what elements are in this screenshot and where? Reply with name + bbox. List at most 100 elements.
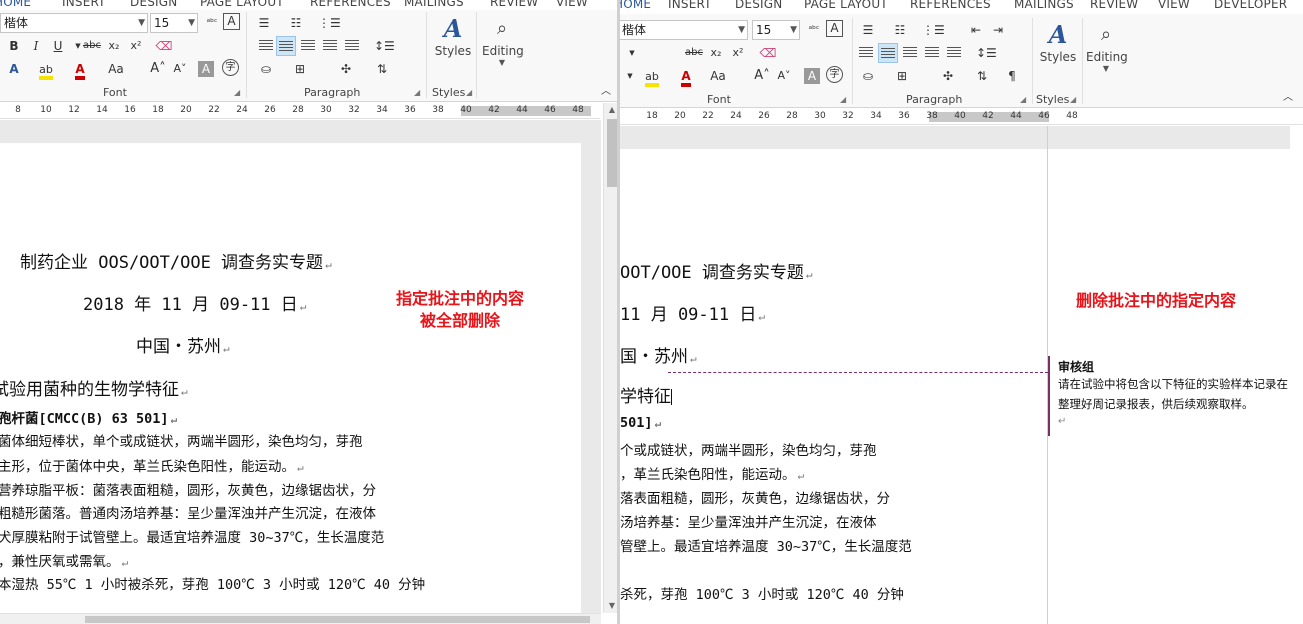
enclose-characters-icon[interactable]: 字 — [222, 59, 239, 76]
borders-icon[interactable]: ⊞ — [290, 59, 310, 79]
tab-page-layout[interactable]: PAGE LAYOUT — [200, 0, 284, 9]
tab-view[interactable]: VIEW — [556, 0, 588, 9]
line-spacing-icon[interactable]: ↕☰ — [976, 43, 997, 63]
subscript-button[interactable]: x₂ — [104, 36, 124, 56]
dialog-launcher-icon[interactable]: ◢ — [466, 88, 472, 97]
multilevel-list-icon[interactable]: ⋮☰ — [318, 13, 341, 33]
numbering-icon[interactable]: ☷ — [286, 13, 306, 33]
editing-button[interactable]: ⌕ Editing ▼ — [482, 14, 524, 67]
collapse-ribbon-icon[interactable]: ︿ — [1278, 88, 1298, 108]
change-case-icon[interactable]: ᵃᵇᶜ — [202, 13, 222, 33]
font-name-select[interactable]: 楷体 ▼ — [0, 13, 148, 33]
increase-indent-icon[interactable]: ⇥ — [988, 20, 1008, 40]
tab-page-layout[interactable]: PAGE LAYOUT — [804, 0, 888, 11]
scroll-thumb[interactable] — [607, 119, 617, 187]
bold-button[interactable]: B — [4, 36, 24, 56]
shrink-font-icon[interactable]: A˅ — [774, 66, 794, 86]
tab-references[interactable]: REFERENCES — [910, 0, 991, 11]
font-color-icon[interactable]: A — [676, 66, 696, 87]
strikethrough-button[interactable]: abc — [82, 36, 102, 56]
tab-insert[interactable]: INSERT — [668, 0, 712, 11]
sort-icon[interactable]: ✣ — [336, 59, 356, 79]
font-color-icon[interactable]: A — [70, 59, 90, 80]
horizontal-ruler[interactable]: 8 10 12 14 16 18 20 22 24 26 28 30 32 34 36 38 40 42 44 46 4… — [0, 103, 600, 119]
superscript-button[interactable]: x² — [728, 43, 748, 63]
align-right-icon[interactable] — [900, 43, 920, 63]
comment-text[interactable]: 请在试验中将包含以下特征的实验样本记录在整理好周记录报表，供后续观察取样。 — [1058, 374, 1298, 414]
bullets-icon[interactable]: ☰ — [254, 13, 274, 33]
grow-font-icon[interactable]: A˄ — [148, 59, 168, 79]
character-shading-icon[interactable]: A — [804, 68, 820, 84]
align-left-icon[interactable] — [856, 43, 876, 63]
horizontal-ruler[interactable]: 18 20 22 24 26 28 30 32 34 36 38 40 42 44 46 48 — [620, 109, 1303, 125]
font-size-select[interactable]: 15 ▼ — [150, 13, 198, 33]
dialog-launcher-icon[interactable]: ◢ — [414, 88, 420, 97]
subscript-button[interactable]: x₂ — [706, 43, 726, 63]
dialog-launcher-icon[interactable]: ◢ — [234, 88, 240, 97]
sort-icon[interactable]: ✣ — [938, 66, 958, 86]
align-center-icon[interactable] — [878, 43, 898, 63]
align-left-icon[interactable] — [256, 36, 276, 56]
scroll-thumb[interactable] — [85, 616, 590, 623]
tab-references[interactable]: REFERENCES — [310, 0, 391, 9]
text-effects-icon[interactable]: A — [4, 59, 24, 79]
tab-developer[interactable]: DEVELOPER — [1214, 0, 1287, 11]
font-name-select[interactable]: 楷体 ▼ — [620, 20, 748, 40]
tab-review[interactable]: REVIEW — [490, 0, 538, 9]
text-effects-dropdown-icon[interactable]: ▼ — [620, 66, 640, 86]
horizontal-scrollbar[interactable] — [0, 613, 601, 624]
change-case-icon[interactable]: ᵃᵇᶜ — [804, 20, 824, 40]
borders-icon[interactable]: ⊞ — [892, 66, 912, 86]
text-direction-icon[interactable]: ⇅ — [372, 59, 392, 79]
tab-mailings[interactable]: MAILINGS — [1014, 0, 1074, 11]
show-marks-icon[interactable]: ¶ — [1002, 66, 1022, 86]
document-page[interactable]: 制药企业 OOS/OOT/OOE 调查务实专题 ↵ 2018 年 11 月 09-… — [0, 143, 581, 613]
justify-icon[interactable] — [320, 36, 340, 56]
font-size-select[interactable]: 15 ▼ — [752, 20, 800, 40]
text-direction-icon[interactable]: ⇅ — [972, 66, 992, 86]
highlight-color-icon[interactable]: ab — [642, 66, 662, 87]
align-right-icon[interactable] — [298, 36, 318, 56]
dialog-launcher-icon[interactable]: ◢ — [1070, 95, 1076, 104]
italic-button[interactable]: I — [26, 36, 46, 56]
decrease-indent-icon[interactable]: ⇤ — [966, 20, 986, 40]
tab-design[interactable]: DESIGN — [130, 0, 177, 9]
justify-icon[interactable] — [922, 43, 942, 63]
clear-formatting-icon[interactable]: ⌫ — [758, 43, 778, 63]
shading-icon[interactable]: ⛀ — [858, 66, 878, 86]
distributed-icon[interactable] — [944, 43, 964, 63]
dialog-launcher-icon[interactable]: ◢ — [840, 95, 846, 104]
align-center-icon[interactable] — [276, 36, 296, 56]
shading-icon[interactable]: ⛀ — [256, 59, 276, 79]
dialog-launcher-icon[interactable]: ◢ — [1020, 95, 1026, 104]
grow-font-icon[interactable]: A˄ — [752, 66, 772, 86]
tab-design[interactable]: DESIGN — [735, 0, 782, 11]
bullets-icon[interactable]: ☰ — [858, 20, 878, 40]
strikethrough-button[interactable]: abc — [684, 43, 704, 63]
collapse-ribbon-icon[interactable]: ︿ — [596, 82, 616, 102]
tab-insert[interactable]: INSERT — [62, 0, 106, 9]
character-border-icon[interactable]: A — [223, 13, 240, 30]
underline-dropdown-icon[interactable]: ▼ — [622, 43, 642, 63]
change-case-icon[interactable]: Aa — [708, 66, 728, 86]
character-shading-icon[interactable]: A — [198, 61, 214, 77]
shrink-font-icon[interactable]: A˅ — [170, 59, 190, 79]
clear-formatting-icon[interactable]: ⌫ — [154, 36, 174, 56]
underline-button[interactable]: U — [48, 36, 68, 56]
editing-button[interactable]: ⌕ Editing ▼ — [1086, 20, 1128, 73]
enclose-characters-icon[interactable]: 字 — [826, 66, 843, 83]
multilevel-list-icon[interactable]: ⋮☰ — [922, 20, 945, 40]
character-border-icon[interactable]: A — [826, 20, 843, 37]
numbering-icon[interactable]: ☷ — [890, 20, 910, 40]
tab-home[interactable]: HOME — [0, 0, 31, 9]
styles-button[interactable]: A Styles — [433, 14, 473, 58]
line-spacing-icon[interactable]: ↕☰ — [374, 36, 395, 56]
distributed-icon[interactable] — [342, 36, 362, 56]
tab-view[interactable]: VIEW — [1158, 0, 1190, 11]
tab-home[interactable]: HOME — [620, 0, 651, 11]
highlight-color-icon[interactable]: ab — [36, 59, 56, 80]
change-case-icon[interactable]: Aa — [106, 59, 126, 79]
superscript-button[interactable]: x² — [126, 36, 146, 56]
styles-button[interactable]: A Styles — [1038, 20, 1078, 64]
tab-mailings[interactable]: MAILINGS — [404, 0, 464, 9]
